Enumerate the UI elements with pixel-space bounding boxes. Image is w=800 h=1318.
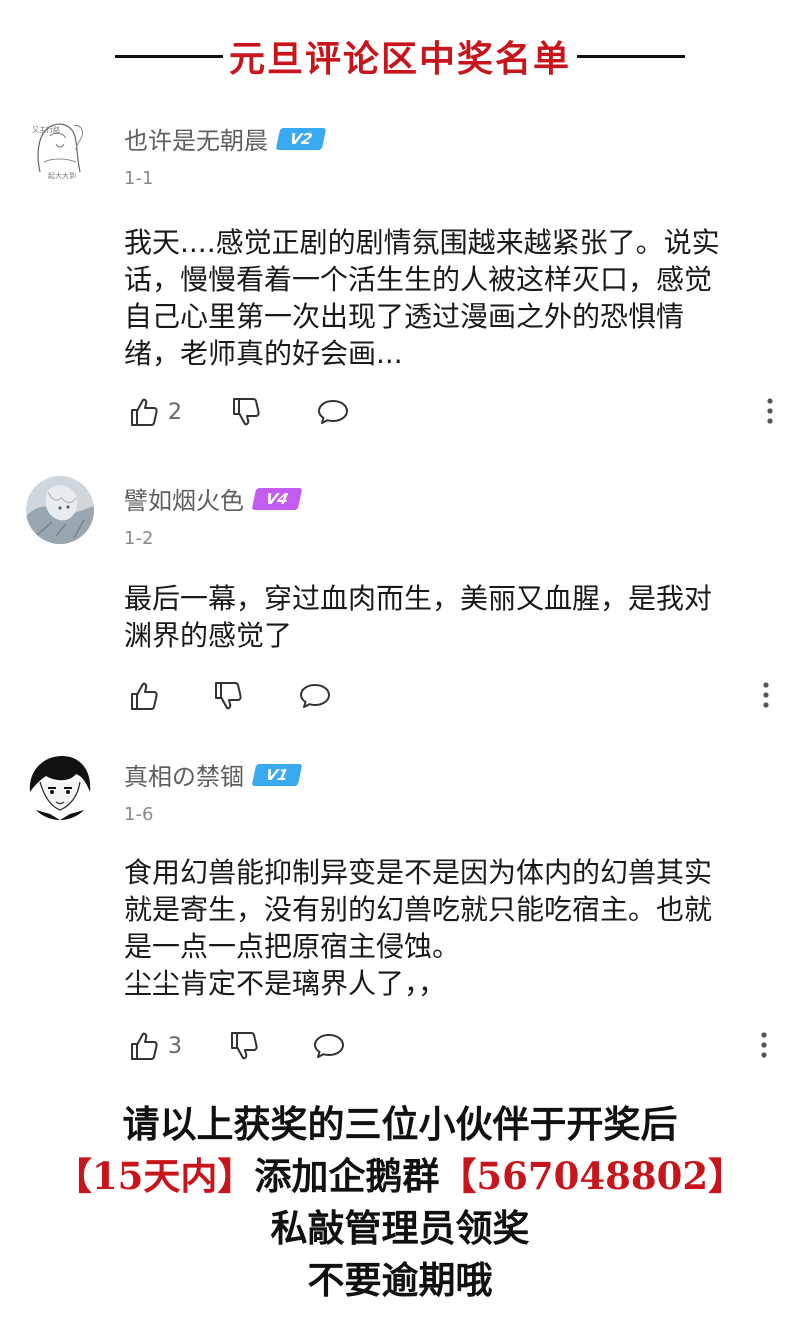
like-button[interactable]: 2 bbox=[128, 392, 182, 432]
comment-line: 尘尘肯定不是璃界人了，， bbox=[124, 967, 447, 1000]
group-number-highlight: 【567048802】 bbox=[439, 1154, 746, 1198]
reply-button[interactable] bbox=[312, 1026, 346, 1066]
like-count: 3 bbox=[168, 1033, 182, 1059]
page-title-row: 元旦评论区中奖名单 bbox=[0, 28, 800, 84]
comment-line: 我天....感觉正剧的剧情氛围越来越紧张了。说实 bbox=[124, 226, 720, 259]
dislike-button[interactable] bbox=[212, 676, 244, 716]
more-vertical-icon bbox=[763, 682, 769, 708]
reply-button[interactable] bbox=[316, 392, 350, 432]
username[interactable]: 也许是无朝晨 V2 bbox=[124, 121, 327, 156]
winner-announcement: 请以上获奖的三位小伙伴于开奖后 【15天内】添加企鹅群【567048802】 私… bbox=[0, 1098, 800, 1306]
comment-date: 1-6 bbox=[124, 804, 154, 825]
comment-line: 话，慢慢看着一个活生生的人被这样灭口，感觉 bbox=[124, 263, 713, 296]
announcement-text: 添加企鹅群 bbox=[254, 1154, 440, 1198]
comment-line: 最后一幕，穿过血肉而生，美丽又血腥，是我对 bbox=[124, 582, 713, 615]
comment-line: 渊界的感觉了 bbox=[124, 619, 293, 652]
more-options-button[interactable] bbox=[762, 680, 770, 714]
comment-text: 我天....感觉正剧的剧情氛围越来越紧张了。说实 话，慢慢看着一个活生生的人被这… bbox=[124, 224, 774, 372]
username[interactable]: 真相の禁锢 V1 bbox=[124, 757, 303, 792]
title-left-rule bbox=[114, 54, 223, 58]
thumbs-down-icon bbox=[233, 398, 260, 426]
announcement-line: 【15天内】添加企鹅群【567048802】 bbox=[0, 1150, 800, 1202]
dislike-button[interactable] bbox=[228, 1026, 260, 1066]
thumbs-up-icon bbox=[131, 1032, 158, 1060]
level-badge: V2 bbox=[275, 127, 327, 150]
like-button[interactable] bbox=[128, 676, 168, 716]
user-avatar[interactable] bbox=[26, 752, 94, 820]
announcement-line: 私敲管理员领奖 bbox=[270, 1206, 530, 1250]
username-label: 真相の禁锢 bbox=[124, 763, 244, 791]
reply-button[interactable] bbox=[298, 676, 332, 716]
sketch-avatar-icon: 又主行路 起大大到 bbox=[26, 114, 94, 182]
title-right-rule bbox=[577, 54, 685, 58]
svg-text:又主行路: 又主行路 bbox=[32, 125, 60, 134]
announcement-line: 不要逾期哦 bbox=[307, 1258, 493, 1302]
announcement-line: 请以上获奖的三位小伙伴于开奖后 bbox=[122, 1102, 678, 1146]
comment-actions: 2 bbox=[128, 392, 788, 432]
speech-bubble-icon bbox=[300, 684, 330, 708]
anime-avatar-icon bbox=[26, 476, 94, 544]
level-badge: V1 bbox=[251, 763, 303, 786]
comment-actions bbox=[128, 676, 788, 716]
thumbs-up-icon bbox=[131, 682, 158, 710]
username[interactable]: 譬如烟火色 V4 bbox=[124, 481, 303, 516]
comment-text: 最后一幕，穿过血肉而生，美丽又血腥，是我对 渊界的感觉了 bbox=[124, 580, 774, 654]
like-count: 2 bbox=[168, 399, 182, 425]
more-vertical-icon bbox=[767, 398, 773, 424]
manga-avatar-icon bbox=[26, 752, 94, 820]
more-options-button[interactable] bbox=[766, 396, 774, 430]
more-vertical-icon bbox=[761, 1032, 767, 1058]
level-badge: V4 bbox=[251, 487, 303, 510]
thumbs-up-icon bbox=[131, 398, 158, 426]
user-avatar[interactable] bbox=[26, 476, 94, 544]
username-label: 譬如烟火色 bbox=[124, 487, 244, 515]
thumbs-down-icon bbox=[231, 1032, 258, 1060]
user-avatar[interactable]: 又主行路 起大大到 bbox=[26, 114, 94, 182]
comment-actions: 3 bbox=[128, 1026, 788, 1066]
comment-date: 1-2 bbox=[124, 528, 154, 549]
username-label: 也许是无朝晨 bbox=[124, 127, 268, 155]
speech-bubble-icon bbox=[318, 400, 348, 424]
comment-text: 食用幻兽能抑制异变是不是因为体内的幻兽其实 就是寄生，没有别的幻兽吃就只能吃宿主… bbox=[124, 854, 774, 1002]
comment-date: 1-1 bbox=[124, 168, 154, 189]
comment-line: 自己心里第一次出现了透过漫画之外的恐惧情 bbox=[124, 300, 685, 333]
comment-line: 就是寄生，没有别的幻兽吃就只能吃宿主。也就 bbox=[124, 893, 713, 926]
speech-bubble-icon bbox=[314, 1034, 344, 1058]
like-button[interactable]: 3 bbox=[128, 1026, 182, 1066]
deadline-highlight: 【15天内】 bbox=[54, 1154, 255, 1198]
comment-line: 是一点一点把原宿主侵蚀。 bbox=[124, 930, 461, 963]
dislike-button[interactable] bbox=[230, 392, 262, 432]
more-options-button[interactable] bbox=[760, 1030, 768, 1064]
comment-line: 食用幻兽能抑制异变是不是因为体内的幻兽其实 bbox=[124, 856, 713, 889]
page-title: 元旦评论区中奖名单 bbox=[228, 38, 571, 80]
thumbs-down-icon bbox=[215, 682, 242, 710]
svg-text:起大大到: 起大大到 bbox=[48, 171, 76, 180]
comment-line: 绪，老师真的好会画... bbox=[124, 337, 403, 370]
